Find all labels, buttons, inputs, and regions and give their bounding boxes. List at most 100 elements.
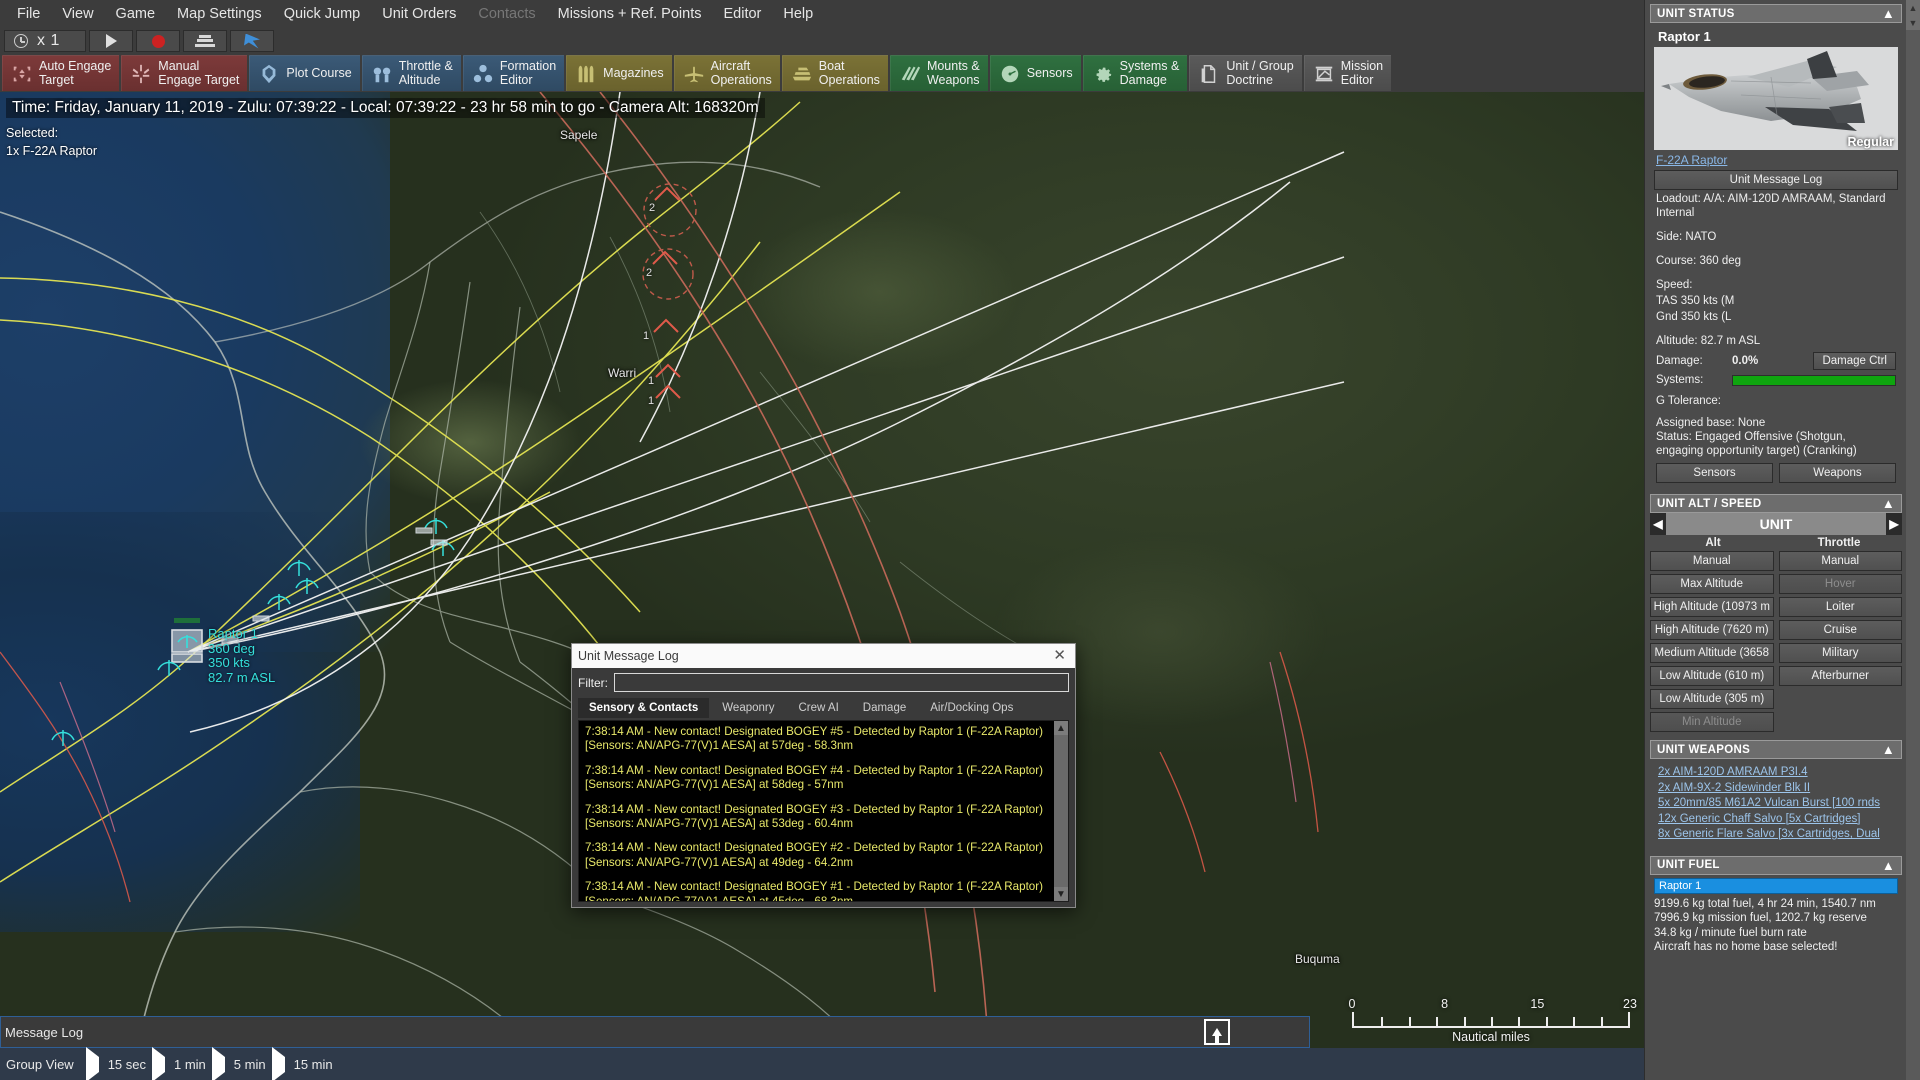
speed-gnd: Gnd 350 kts (L (1656, 311, 1732, 323)
dialog-tab-damage[interactable]: Damage (852, 698, 917, 718)
toolbar-button-mission[interactable]: Mission Editor (1303, 55, 1392, 91)
time-step-5-min[interactable]: 5 min (234, 1057, 270, 1072)
record-button[interactable] (136, 30, 180, 52)
close-icon[interactable]: ✕ (1050, 648, 1069, 663)
chevron-right-icon[interactable]: ▶ (1886, 513, 1902, 535)
layers-button[interactable] (183, 30, 227, 52)
chevron-left-icon[interactable]: ◀ (1650, 513, 1666, 535)
log-message: 7:38:14 AM - New contact! Designated BOG… (585, 725, 1043, 753)
expand-log-button[interactable] (1204, 1019, 1230, 1045)
altitude-option-medium-altitude-3658[interactable]: Medium Altitude (3658 (1650, 643, 1774, 663)
time-step-15-min[interactable]: 15 min (294, 1057, 337, 1072)
scale-tick (1408, 1017, 1411, 1026)
dialog-tab-crew-ai[interactable]: Crew AI (788, 698, 850, 718)
unit-message-log-dialog[interactable]: Unit Message Log ✕ Filter: Sensory & Con… (571, 643, 1076, 908)
game-speed-button[interactable]: x 1 (4, 30, 86, 52)
toolbar-button-systems[interactable]: Systems & Damage (1082, 55, 1188, 91)
scroll-down-icon[interactable]: ▼ (1906, 15, 1920, 30)
scroll-up-icon[interactable]: ▲ (1906, 0, 1920, 15)
altitude-option-low-altitude-305-m[interactable]: Low Altitude (305 m) (1650, 689, 1774, 709)
scroll-down-icon[interactable]: ▼ (1054, 887, 1068, 901)
weapons-button[interactable]: Weapons (1779, 463, 1896, 483)
throttle-option-manual[interactable]: Manual (1778, 551, 1902, 571)
toolbar-button-auto-engage[interactable]: Auto Engage Target (2, 55, 120, 91)
sensors-button[interactable]: Sensors (1656, 463, 1773, 483)
chevron-up-icon[interactable]: ▲ (1882, 497, 1895, 510)
toolbar-button-plot-course[interactable]: Plot Course (249, 55, 360, 91)
filter-input[interactable] (614, 673, 1069, 692)
toolbar-button-mounts[interactable]: Mounts & Weapons (889, 55, 988, 91)
toolbar-button-throttle[interactable]: Throttle & Altitude (361, 55, 461, 91)
altitude-option-min-altitude: Min Altitude (1650, 712, 1774, 732)
throttle-option-military[interactable]: Military (1778, 643, 1902, 663)
throttle-option-loiter[interactable]: Loiter (1778, 597, 1902, 617)
chevron-up-icon[interactable]: ▲ (1882, 7, 1895, 20)
map-unit-speed: 350 kts (208, 655, 250, 670)
contact-count-label[interactable]: 2 (646, 267, 652, 279)
throttle-option-cruise[interactable]: Cruise (1778, 620, 1902, 640)
weapon-item[interactable]: 2x AIM-120D AMRAAM P3I.4 (1658, 765, 1894, 781)
menu-item-unit-orders[interactable]: Unit Orders (371, 2, 467, 26)
time-step-15-sec[interactable]: 15 sec (108, 1057, 150, 1072)
contact-count-label[interactable]: 1 (643, 330, 649, 342)
chevron-up-icon[interactable]: ▲ (1882, 859, 1895, 872)
tactical-map[interactable]: Time: Friday, January 11, 2019 - Zulu: 0… (0, 92, 1644, 1080)
dialog-tab-weaponry[interactable]: Weaponry (711, 698, 785, 718)
unit-weapons-header[interactable]: UNIT WEAPONS ▲ (1650, 740, 1902, 759)
toolbar-button-boat[interactable]: Boat Operations (781, 55, 888, 91)
unit-type-link[interactable]: F-22A Raptor (1654, 150, 1898, 170)
toolbar-button-aircraft[interactable]: Aircraft Operations (673, 55, 780, 91)
toolbar-button-formation[interactable]: Formation Editor (462, 55, 565, 91)
unit-fuel-header[interactable]: UNIT FUEL ▲ (1650, 855, 1902, 875)
menu-item-quick-jump[interactable]: Quick Jump (273, 2, 372, 26)
throttle-option-afterburner[interactable]: Afterburner (1778, 666, 1902, 686)
selected-label: Selected: (6, 126, 59, 140)
weapon-item[interactable]: 2x AIM-9X-2 Sidewinder Blk II (1658, 781, 1894, 797)
altitude-option-high-altitude-10973-m[interactable]: High Altitude (10973 m (1650, 597, 1774, 617)
unit-status-header[interactable]: UNIT STATUS ▲ (1650, 4, 1902, 23)
damage-control-button[interactable]: Damage Ctrl (1813, 352, 1896, 370)
message-log-list[interactable]: 7:38:14 AM - New contact! Designated BOG… (578, 720, 1069, 902)
weapon-item[interactable]: 12x Generic Chaff Salvo [5x Cartridges] (1658, 812, 1894, 828)
dialog-title: Unit Message Log (578, 649, 679, 663)
menu-item-game[interactable]: Game (105, 2, 167, 26)
sidebar-scrollbar[interactable]: ▲ ▼ (1906, 0, 1920, 1080)
scroll-up-icon[interactable]: ▲ (1054, 721, 1068, 735)
menu-item-missions-ref-points[interactable]: Missions + Ref. Points (547, 2, 713, 26)
altitude-option-low-altitude-610-m[interactable]: Low Altitude (610 m) (1650, 666, 1774, 686)
menu-item-help[interactable]: Help (772, 2, 824, 26)
play-icon (105, 34, 117, 48)
toolbar-button-sensors[interactable]: Sensors (989, 55, 1081, 91)
dialog-tab-air-docking-ops[interactable]: Air/Docking Ops (919, 698, 1024, 718)
altitude-option-max-altitude[interactable]: Max Altitude (1650, 574, 1774, 594)
group-view-label[interactable]: Group View (6, 1057, 84, 1072)
message-log-bar[interactable]: Message Log (0, 1016, 1310, 1048)
altitude-option-high-altitude-7620-m[interactable]: High Altitude (7620 m) (1650, 620, 1774, 640)
map-unit-name: Raptor 1 (208, 626, 258, 641)
chevron-up-icon[interactable]: ▲ (1882, 743, 1895, 756)
toolbar-button-unit-group[interactable]: Unit / Group Doctrine (1189, 55, 1302, 91)
contact-count-label[interactable]: 1 (648, 375, 654, 387)
contact-count-label[interactable]: 1 (648, 395, 654, 407)
toolbar-button-magazines[interactable]: Magazines (566, 55, 672, 91)
menu-item-map-settings[interactable]: Map Settings (166, 2, 273, 26)
unit-message-log-button[interactable]: Unit Message Log (1654, 170, 1898, 190)
altitude-option-manual[interactable]: Manual (1650, 551, 1774, 571)
weapon-item[interactable]: 8x Generic Flare Salvo [3x Cartridges, D… (1658, 827, 1894, 843)
play-button[interactable] (89, 30, 133, 52)
time-step-1-min[interactable]: 1 min (174, 1057, 210, 1072)
weapon-item[interactable]: 5x 20mm/85 M61A2 Vulcan Burst [100 rnds (1658, 796, 1894, 812)
aircraft-icon (683, 63, 705, 85)
menu-item-editor[interactable]: Editor (712, 2, 772, 26)
toolbar-button-manual[interactable]: Manual Engage Target (121, 55, 248, 91)
menu-item-view[interactable]: View (51, 2, 104, 26)
dialog-titlebar[interactable]: Unit Message Log ✕ (572, 644, 1075, 668)
log-scrollbar[interactable]: ▲ ▼ (1054, 721, 1068, 901)
contact-count-label[interactable]: 2 (649, 202, 655, 214)
quick-unit-button[interactable] (230, 30, 274, 52)
menu-item-file[interactable]: File (6, 2, 51, 26)
unit-alt-speed-header[interactable]: UNIT ALT / SPEED ▲ (1650, 494, 1902, 513)
menu-bar: File View Game Map Settings Quick Jump Unit O… (0, 0, 1644, 28)
dialog-tab-sensory-contacts[interactable]: Sensory & Contacts (578, 698, 710, 718)
map-unit-label[interactable]: Raptor 1 360 deg 350 kts 82.7 m ASL (208, 626, 275, 685)
